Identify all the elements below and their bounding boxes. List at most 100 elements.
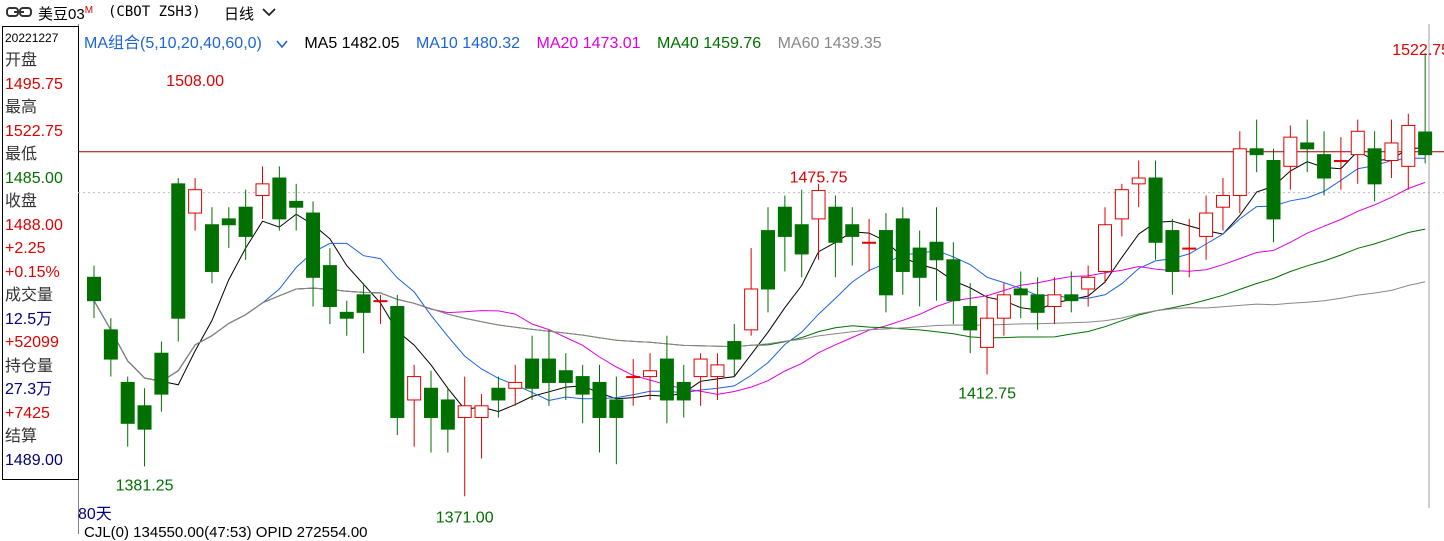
candle-body (1249, 148, 1264, 156)
candle-body (878, 230, 893, 296)
candle (204, 207, 219, 284)
open-value: 1495.75 (5, 75, 63, 93)
settle-label: 结算 (5, 428, 38, 445)
candle (980, 294, 995, 375)
ma-combo-selector[interactable]: MA组合(5,10,20,40,60,0) (84, 35, 288, 52)
candle (1098, 207, 1112, 284)
candle-body (272, 177, 287, 220)
candle (558, 353, 573, 400)
candle-body (1013, 288, 1028, 296)
candle (727, 324, 742, 377)
candle-body (777, 206, 792, 237)
candle-body (1182, 247, 1197, 250)
close-value: 1488.00 (5, 216, 63, 234)
candle-body (1131, 177, 1146, 185)
candle-body (508, 381, 523, 389)
oi-change-value: +7425 (5, 404, 50, 422)
chevron-down-icon (276, 40, 288, 48)
symbol-name: 美豆03M (38, 5, 94, 23)
candle-body (676, 381, 691, 401)
candle-body (1283, 136, 1298, 167)
chevron-down-icon[interactable] (262, 7, 276, 17)
candle-body (659, 358, 674, 401)
oi-value: 27.3万 (5, 381, 53, 398)
candle-body (1215, 195, 1230, 208)
candle (1249, 119, 1264, 173)
candle-body (626, 376, 641, 379)
candle (491, 376, 506, 418)
candle-body (1165, 230, 1180, 272)
low-label: 最低 (5, 146, 38, 163)
candle-body (643, 370, 658, 378)
candle-body (963, 306, 978, 331)
candle-body (744, 288, 759, 331)
candle (154, 341, 169, 412)
candle (912, 230, 927, 307)
candle (946, 242, 961, 325)
annotation-high-1508: 1508.00 (166, 73, 224, 90)
candle (845, 207, 860, 266)
ma20-line (93, 181, 1426, 395)
candle (1418, 53, 1433, 164)
candle (120, 376, 135, 447)
candle-body (592, 381, 607, 418)
candlestick-chart[interactable]: 1508.00 1381.25 1371.00 1475.75 1412.75 1522.… (78, 24, 1444, 534)
ma40-line (93, 228, 1426, 382)
candle-body (1064, 294, 1079, 302)
period-selector[interactable]: 日线 (224, 3, 254, 24)
candle-body (1098, 224, 1112, 272)
candle-body (289, 200, 304, 208)
candle-body (1266, 159, 1281, 220)
candle (676, 364, 691, 418)
candle-body (862, 241, 877, 244)
candle (1013, 271, 1028, 319)
candle-body (929, 241, 944, 261)
candle (996, 283, 1011, 336)
candle (862, 218, 877, 272)
candle (1165, 218, 1180, 295)
candle-body (1232, 148, 1247, 197)
candle-body (1199, 212, 1214, 237)
ma20-value: MA20 1473.01 (536, 35, 641, 52)
candle (1047, 277, 1062, 325)
volume-value: 12.5万 (5, 310, 53, 328)
candle (221, 207, 236, 249)
candle (643, 353, 658, 400)
candle (87, 265, 101, 319)
candle-body (440, 399, 455, 430)
close-label: 收盘 (5, 193, 38, 210)
candle (541, 329, 556, 406)
candle (1081, 265, 1096, 307)
candle-body (1350, 130, 1365, 156)
candle-body (761, 230, 775, 290)
candle-body (710, 364, 725, 378)
ma60-value: MA60 1439.35 (777, 35, 882, 52)
candle-body (558, 370, 573, 383)
candle-body (1148, 177, 1163, 243)
annotation-low-1412: 1412.75 (958, 385, 1016, 402)
ma-legend: MA组合(5,10,20,40,60,0) MA5 1482.05 MA10 1… (84, 29, 894, 53)
candle-body (727, 341, 742, 360)
open-label: 开盘 (5, 52, 38, 69)
candle (508, 364, 523, 406)
candle-body (946, 259, 961, 302)
info-date: 20221227 (5, 31, 59, 45)
change-value: +2.25 (5, 240, 46, 257)
change-pct-value: +0.15% (5, 263, 60, 281)
candle (659, 335, 674, 424)
candle (1401, 113, 1416, 190)
candle (188, 178, 203, 231)
candle-body (171, 183, 186, 319)
candle (474, 394, 489, 459)
ma5-line (93, 147, 1426, 413)
oi-label: 持仓量 (5, 357, 54, 375)
candle-body (912, 247, 927, 278)
candle (609, 376, 624, 465)
settle-value: 1489.00 (5, 451, 63, 469)
candle-body (1030, 294, 1045, 313)
link-icon[interactable] (6, 6, 32, 18)
candle (626, 359, 641, 406)
candle (1350, 119, 1365, 184)
candle (306, 201, 321, 307)
candle (137, 388, 152, 467)
